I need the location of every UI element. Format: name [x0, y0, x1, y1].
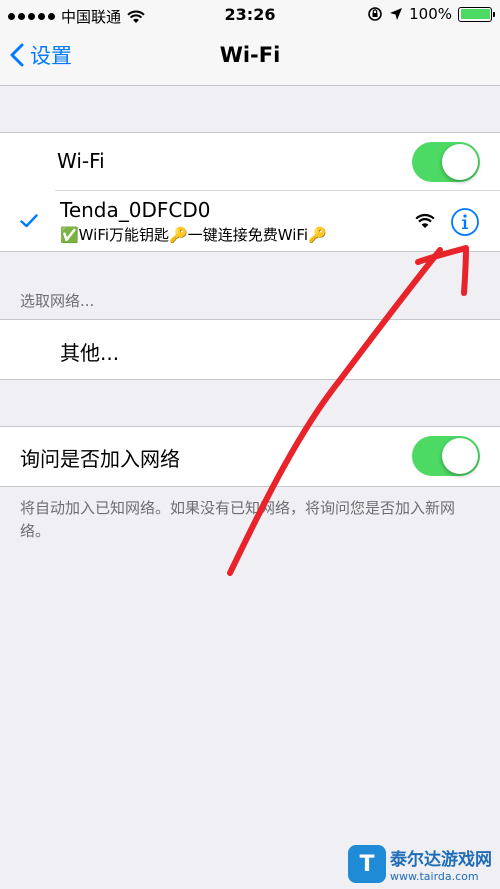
page-title: Wi-Fi [219, 43, 281, 67]
network-name: Tenda_0DFCD0 [60, 198, 211, 222]
navigation-bar: 设置 Wi-Fi [0, 30, 500, 86]
watermark-url: www.tairda.com [390, 870, 479, 883]
ask-join-toggle[interactable] [412, 436, 480, 476]
battery-icon [458, 6, 495, 22]
location-icon [390, 8, 403, 20]
status-bar: 中国联通 23:26 100% [0, 0, 500, 30]
battery-percent: 100% [409, 5, 452, 23]
connected-network-row[interactable]: Tenda_0DFCD0 ✅WiFi万能钥匙🔑一键连接免费WiFi🔑 [0, 191, 500, 251]
watermark-text: 泰尔达游戏网 www.tairda.com [390, 845, 492, 883]
ask-join-row: 询问是否加入网络 [0, 427, 500, 486]
wifi-toggle-row: Wi-Fi [0, 133, 500, 191]
ask-join-footer: 将自动加入已知网络。如果没有已知网络，将询问您是否加入新网络。 [20, 499, 456, 540]
status-right: 100% [367, 5, 495, 23]
battery-fill [460, 9, 490, 19]
wifi-toggle[interactable] [412, 142, 480, 182]
wifi-group: Wi-Fi Tenda_0DFCD0 ✅WiFi万能钥匙🔑一键连接免费WiFi🔑 [0, 132, 500, 252]
watermark: T 泰尔达游戏网 www.tairda.com [348, 845, 492, 883]
choose-network-header: 选取网络... [20, 292, 95, 310]
orientation-lock-icon [368, 7, 382, 21]
wifi-signal-icon [415, 213, 435, 228]
wifi-toggle-label: Wi-Fi [57, 149, 105, 173]
other-network-group: 其他... [0, 319, 500, 380]
info-icon[interactable] [450, 207, 480, 237]
ask-join-group: 询问是否加入网络 [0, 426, 500, 487]
checkmark-icon [20, 214, 38, 228]
ask-join-label: 询问是否加入网络 [20, 447, 180, 471]
toggle-knob [442, 438, 478, 474]
network-subtitle: ✅WiFi万能钥匙🔑一键连接免费WiFi🔑 [60, 226, 327, 244]
toggle-knob [442, 144, 478, 180]
other-network-label: 其他... [60, 341, 120, 365]
watermark-logo: T [348, 845, 386, 883]
other-network-row[interactable]: 其他... [0, 320, 500, 379]
watermark-name: 泰尔达游戏网 [390, 850, 492, 870]
